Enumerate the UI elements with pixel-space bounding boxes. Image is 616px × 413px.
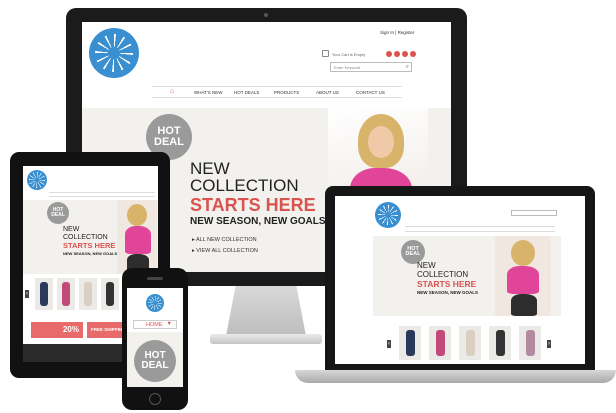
logo-icon[interactable] <box>27 170 47 190</box>
link-all-new-collection[interactable]: ▸ ALL NEW COLLECTION <box>192 237 257 244</box>
hot-deal-line2: DEAL <box>51 212 65 218</box>
phone-home-button[interactable] <box>149 393 161 405</box>
link-all-new-collection-label: ALL NEW COLLECTION <box>196 237 257 243</box>
model-face <box>368 126 394 158</box>
promo-discount-value: 20% <box>62 325 79 334</box>
product-thumbnail[interactable] <box>399 326 421 360</box>
cart-icon[interactable] <box>322 50 329 57</box>
promo-shipping-label: FREE SHIPPING <box>91 327 126 332</box>
social-icon[interactable] <box>410 51 416 57</box>
logo-icon[interactable] <box>375 202 401 228</box>
tablet-nav <box>49 192 155 197</box>
phone-speaker <box>147 277 163 280</box>
hero-model-photo <box>495 236 551 316</box>
product-thumbnail[interactable] <box>79 278 97 310</box>
hero-model-photo <box>117 200 157 274</box>
model-hair <box>127 204 147 226</box>
search-placeholder: Enter Keyword <box>334 65 361 70</box>
nav-item-about-us[interactable]: ABOUT US <box>316 90 339 95</box>
phone-menu[interactable]: HOME ▼ <box>133 320 177 329</box>
hot-deal-badge: HOT DEAL <box>47 202 69 224</box>
hot-deal-line2: DEAL <box>405 251 421 257</box>
arrow-left-icon[interactable]: ‹ <box>387 340 391 348</box>
social-icon[interactable] <box>394 51 400 57</box>
laptop-nav <box>405 226 555 232</box>
social-icon[interactable] <box>402 51 408 57</box>
signin-register-link[interactable]: Sign In | Register <box>380 30 414 35</box>
product-thumbnail[interactable] <box>429 326 451 360</box>
hero-tagline: NEW SEASON, NEW GOALS <box>417 290 479 295</box>
main-nav: ⌂ WHAT'S NEW HOT DEALS PRODUCTS ABOUT US… <box>152 86 402 98</box>
product-thumbnail[interactable] <box>35 278 53 310</box>
arrow-left-icon[interactable]: ‹ <box>25 290 29 298</box>
search-input[interactable]: Enter Keyword ⌕ <box>330 62 412 72</box>
headline-collection: COLLECTION <box>417 270 469 279</box>
nav-item-products[interactable]: PRODUCTS <box>274 90 299 95</box>
laptop-base <box>295 370 616 383</box>
laptop-device: HOT DEAL NEW COLLECTION STARTS HERE NEW … <box>325 186 595 370</box>
arrow-right-icon[interactable]: › <box>547 340 551 348</box>
headline-starts-here: STARTS HERE <box>63 241 116 250</box>
monitor-stand <box>226 286 306 336</box>
hero-tagline: NEW SEASON, NEW GOALS <box>63 251 118 256</box>
cart-status[interactable]: Your Cart is Empty <box>332 52 365 57</box>
monitor-stand-base <box>210 334 322 344</box>
model-top <box>507 266 539 294</box>
headline-starts-here: STARTS HERE <box>190 195 316 215</box>
hot-deal-line2: DEAL <box>141 360 169 371</box>
headline-new: NEW <box>190 159 230 178</box>
laptop-screen: HOT DEAL NEW COLLECTION STARTS HERE NEW … <box>335 196 585 364</box>
phone-screen: HOME ▼ HOT DEAL <box>127 288 183 387</box>
promo-discount[interactable]: 20% <box>31 322 83 338</box>
nav-item-hot-deals[interactable]: HOT DEALS <box>234 90 259 95</box>
hot-deal-line2: DEAL <box>154 136 184 148</box>
product-thumbnail[interactable] <box>459 326 481 360</box>
product-thumbnail[interactable] <box>519 326 541 360</box>
link-view-all-collection[interactable]: ▸ VIEW ALL COLLECTION <box>192 248 258 255</box>
model-top <box>125 226 151 254</box>
product-thumbnail[interactable] <box>101 278 119 310</box>
nav-item-whats-new[interactable]: WHAT'S NEW <box>194 90 223 95</box>
nav-item-contact-us[interactable]: CONTACT US <box>356 90 385 95</box>
logo-icon[interactable] <box>146 294 164 312</box>
headline-new: NEW <box>63 226 80 233</box>
headline-collection: COLLECTION <box>190 176 299 195</box>
phone-device: HOME ▼ HOT DEAL <box>122 268 188 410</box>
search-icon[interactable]: ⌕ <box>406 64 409 70</box>
phone-menu-label: HOME <box>146 322 163 328</box>
model-hair <box>511 240 535 266</box>
logo-icon[interactable] <box>89 28 139 78</box>
headline-collection: COLLECTION <box>63 234 108 241</box>
social-icon[interactable] <box>386 51 392 57</box>
product-thumbnail[interactable] <box>489 326 511 360</box>
link-view-all-collection-label: VIEW ALL COLLECTION <box>196 248 258 254</box>
chevron-down-icon[interactable]: ▼ <box>167 321 172 327</box>
hot-deal-badge: HOT DEAL <box>134 340 176 382</box>
webcam <box>264 13 268 17</box>
headline-new: NEW <box>417 261 436 270</box>
home-icon[interactable]: ⌂ <box>170 88 174 95</box>
laptop-search[interactable] <box>511 210 557 216</box>
model-skirt <box>511 294 537 316</box>
hero-tagline: NEW SEASON, NEW GOALS <box>190 216 326 227</box>
product-thumbnail[interactable] <box>57 278 75 310</box>
headline-starts-here: STARTS HERE <box>417 279 477 289</box>
